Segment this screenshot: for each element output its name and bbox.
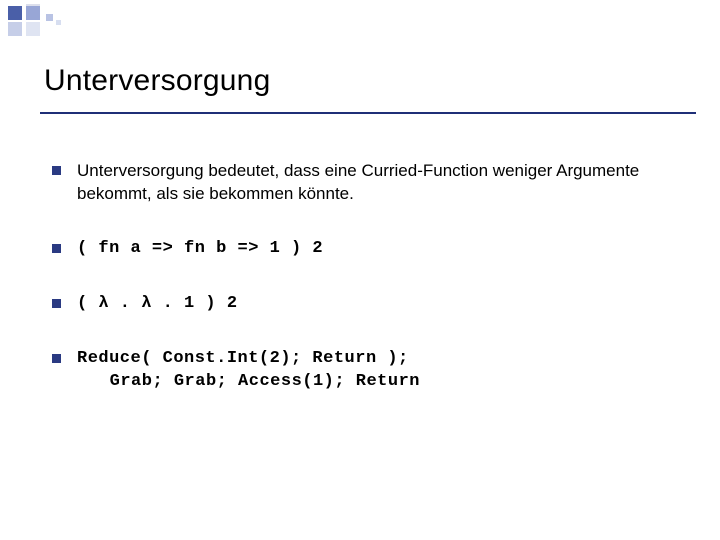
slide-content: Unterversorgung bedeutet, dass eine Curr…	[52, 160, 680, 426]
bullet-square-icon	[52, 354, 61, 363]
bullet-item: Reduce( Const.Int(2); Return ); Grab; Gr…	[52, 348, 680, 394]
bullet-text: Unterversorgung bedeutet, dass eine Curr…	[77, 160, 680, 206]
corner-decoration	[0, 0, 90, 36]
bullet-square-icon	[52, 166, 61, 175]
slide-title: Unterversorgung	[44, 64, 270, 98]
bullet-code-line1: Reduce( Const.Int(2); Return );	[77, 349, 409, 368]
bullet-code-line2: Grab; Grab; Access(1); Return	[77, 371, 680, 394]
bullet-item: Unterversorgung bedeutet, dass eine Curr…	[52, 160, 680, 206]
bullet-item: ( fn a => fn b => 1 ) 2	[52, 238, 680, 261]
bullet-square-icon	[52, 244, 61, 253]
bullet-item: ( λ . λ . 1 ) 2	[52, 293, 680, 316]
bullet-square-icon	[52, 299, 61, 308]
bullet-code-text: Reduce( Const.Int(2); Return ); Grab; Gr…	[77, 348, 680, 394]
bullet-code-text: ( fn a => fn b => 1 ) 2	[77, 238, 680, 261]
bullet-code-text: ( λ . λ . 1 ) 2	[77, 293, 680, 316]
title-underline	[40, 112, 696, 114]
slide: Unterversorgung Unterversorgung bedeutet…	[0, 0, 720, 540]
